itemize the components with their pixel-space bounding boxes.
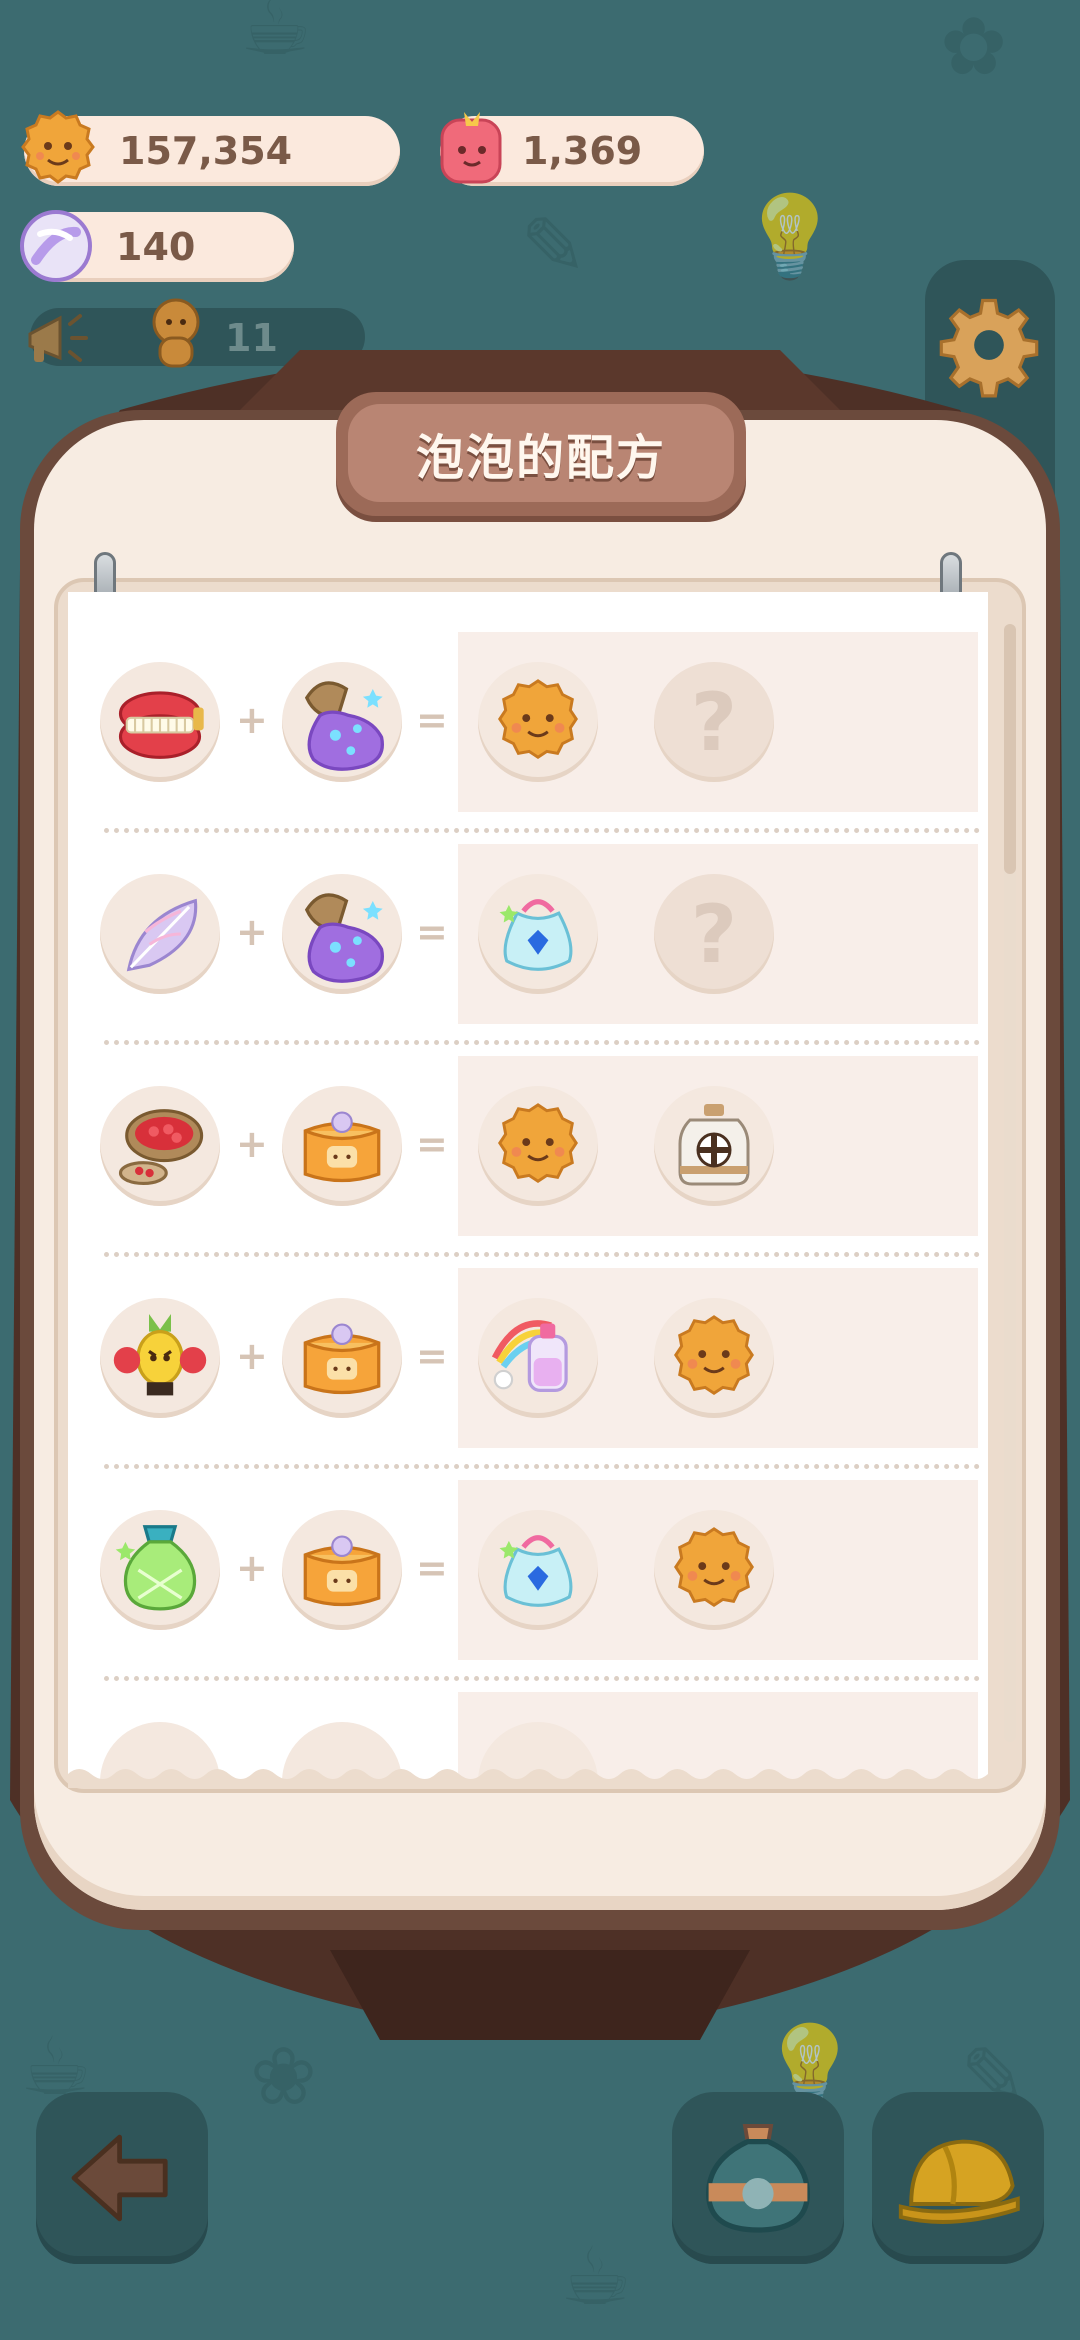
background-doodle: ☕ — [240, 0, 312, 73]
recipe-list[interactable]: + = ? + = ? + = + = + = — [68, 592, 988, 1782]
helmet-button[interactable] — [872, 2092, 1044, 2264]
paper-wavy-edge — [68, 1769, 988, 1788]
cookie-icon — [498, 679, 578, 760]
result-slot-1[interactable] — [478, 662, 598, 782]
bean-sack-icon — [118, 1109, 204, 1185]
ingredient-slot-b[interactable] — [282, 1086, 402, 1206]
ingredient-slot-b[interactable] — [282, 662, 402, 782]
galaxy-sack-icon — [304, 893, 384, 983]
scrollbar-thumb[interactable] — [1004, 624, 1016, 874]
pink-gem-icon — [440, 112, 502, 184]
arrow-left-icon — [71, 2134, 168, 2222]
cookie-icon — [498, 1103, 578, 1184]
bread-bag-icon — [303, 1535, 381, 1607]
dentures-icon — [118, 691, 204, 759]
recipe-row[interactable]: + = — [68, 1056, 988, 1268]
cookie-coin-icon — [21, 110, 95, 184]
result-slot-1[interactable] — [478, 1510, 598, 1630]
row-divider — [104, 1252, 980, 1257]
ingredient-slot-b[interactable] — [282, 874, 402, 994]
equals-sign: = — [416, 1546, 448, 1590]
result-slot-1[interactable] — [478, 1298, 598, 1418]
ingredient-slot-a[interactable] — [100, 874, 220, 994]
panel-title: 泡泡的配方 — [348, 404, 734, 502]
result-slot-1[interactable] — [478, 874, 598, 994]
ingredient-slot-a[interactable] — [100, 662, 220, 782]
result-slot-2[interactable]: ? — [654, 662, 774, 782]
rainbow-bottle-icon — [491, 1320, 568, 1393]
unknown-result: ? — [690, 887, 738, 981]
candy-value: 140 — [116, 225, 196, 269]
angry-pineapple-icon — [113, 1314, 207, 1396]
background-doodle: ✿ — [940, 0, 1008, 93]
recipe-row[interactable]: + = — [68, 1268, 988, 1480]
unknown-result: ? — [690, 675, 738, 769]
bread-bag-icon — [303, 1111, 381, 1183]
candy-icon — [20, 210, 92, 282]
potion-bottle-icon — [705, 2124, 811, 2233]
coin-value: 157,354 — [119, 129, 293, 173]
result-slot-2[interactable] — [654, 1510, 774, 1630]
galaxy-sack-icon — [304, 681, 384, 771]
row-divider — [104, 1676, 980, 1681]
cookie-icon — [674, 1527, 754, 1608]
equals-sign: = — [416, 698, 448, 742]
result-slot-2[interactable] — [654, 1298, 774, 1418]
milk-jar-icon — [678, 1104, 750, 1186]
result-slot-1[interactable] — [478, 1086, 598, 1206]
equals-sign: = — [416, 1122, 448, 1166]
title-plate: 泡泡的配方 — [336, 392, 746, 516]
ingredient-slot-b[interactable] — [282, 1510, 402, 1630]
gem-value: 1,369 — [522, 129, 643, 173]
green-potion-icon — [115, 1525, 197, 1611]
plus-sign: + — [236, 1122, 268, 1166]
result-slot-2[interactable] — [654, 1086, 774, 1206]
back-button[interactable] — [36, 2092, 208, 2264]
plus-sign: + — [236, 910, 268, 954]
potion-button[interactable] — [672, 2092, 844, 2264]
plus-sign: + — [236, 1546, 268, 1590]
equals-sign: = — [416, 910, 448, 954]
row-divider — [104, 1464, 980, 1469]
ingredient-slot-a[interactable] — [100, 1298, 220, 1418]
plus-sign: + — [236, 1334, 268, 1378]
equals-sign: = — [416, 1334, 448, 1378]
feather-icon — [126, 898, 198, 972]
recipe-row[interactable]: + = — [68, 1480, 988, 1692]
gem-bag-icon — [499, 1535, 573, 1607]
gem-bag-icon — [499, 899, 573, 971]
cookie-icon — [674, 1315, 754, 1396]
background-doodle: ☕ — [560, 2230, 632, 2323]
result-slot-2[interactable]: ? — [654, 874, 774, 994]
ingredient-slot-b[interactable] — [282, 1298, 402, 1418]
ingredient-slot-a[interactable] — [100, 1510, 220, 1630]
background-doodle: ✎ — [520, 200, 588, 293]
recipe-row[interactable]: + = ? — [68, 844, 988, 1056]
recipe-row[interactable]: + = ? — [68, 632, 988, 844]
helmet-icon — [898, 2139, 1020, 2224]
plus-sign: + — [236, 698, 268, 742]
bread-bag-icon — [303, 1323, 381, 1395]
background-doodle: 💡 — [740, 190, 840, 283]
row-divider — [104, 828, 980, 833]
row-divider — [104, 1040, 980, 1045]
ingredient-slot-a[interactable] — [100, 1086, 220, 1206]
